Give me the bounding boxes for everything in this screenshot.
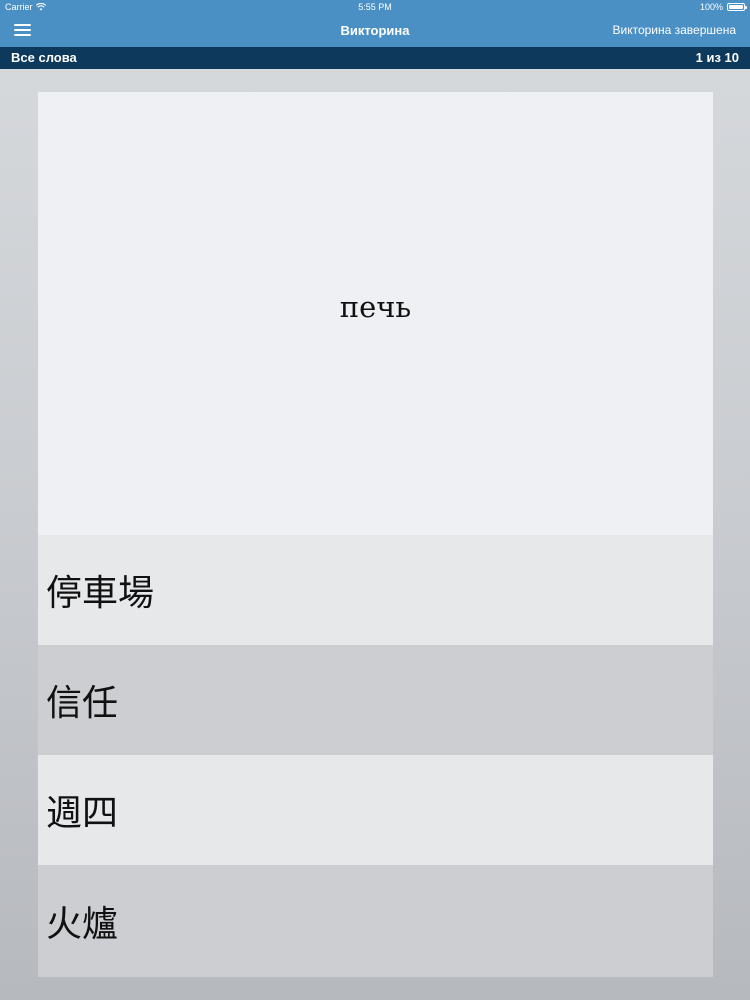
answer-option-1[interactable]: 停車場 [38, 535, 713, 645]
answer-label: 火爐 [46, 904, 119, 945]
answer-label: 停車場 [46, 573, 155, 614]
answer-label: 週四 [46, 793, 119, 834]
status-bar: Carrier 5:55 PM 100% [0, 0, 750, 14]
question-word: печь [339, 289, 412, 324]
quiz-card: печь 停車場 信任 週四 火爐 [38, 92, 713, 977]
status-right: 100% [699, 0, 747, 14]
answer-option-4[interactable]: 火爐 [38, 865, 713, 977]
category-label: Все слова [11, 50, 77, 65]
battery-percent: 100% [699, 2, 723, 12]
answer-option-3[interactable]: 週四 [38, 755, 713, 865]
progress-counter: 1 из 10 [695, 50, 739, 65]
answer-option-2[interactable]: 信任 [38, 645, 713, 755]
question-panel: печь [38, 92, 713, 535]
battery-icon [727, 3, 747, 11]
finish-quiz-button[interactable]: Викторина завершена [612, 14, 736, 47]
answer-label: 信任 [46, 683, 119, 724]
status-time: 5:55 PM [358, 2, 392, 12]
nav-bar: Викторина Викторина завершена [0, 14, 750, 47]
sub-header: Все слова 1 из 10 [0, 47, 750, 69]
